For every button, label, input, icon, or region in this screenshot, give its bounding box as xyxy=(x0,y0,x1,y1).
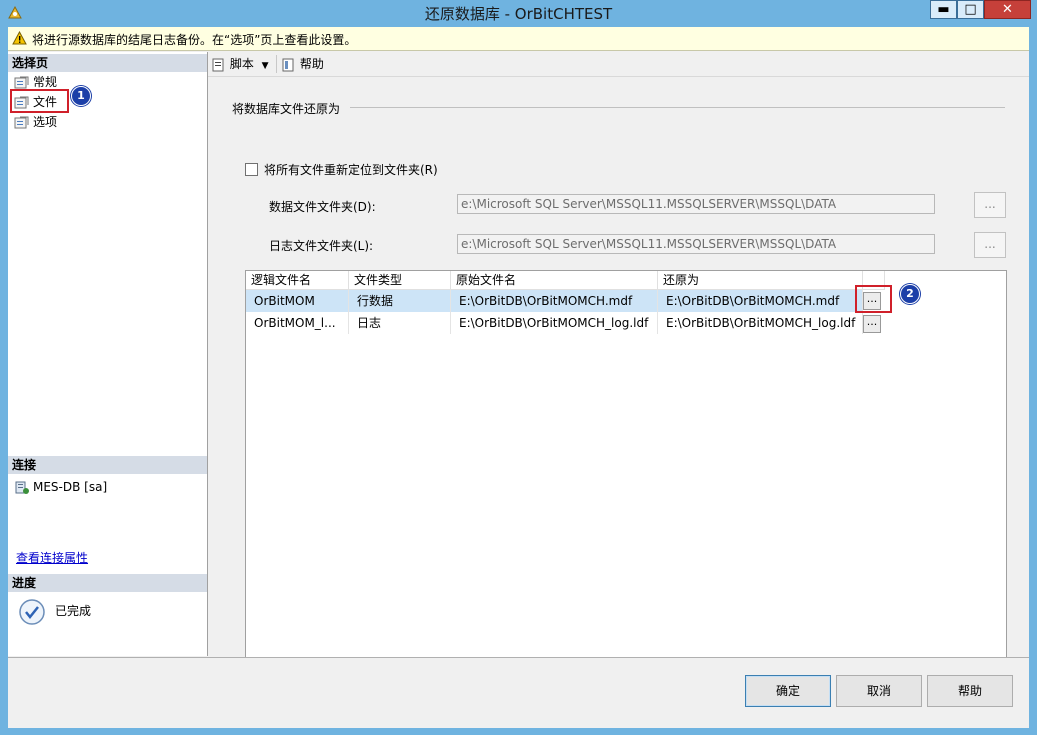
minimize-button[interactable]: ▬ xyxy=(930,0,957,19)
minimize-icon: ▬ xyxy=(937,2,950,17)
column-header-file-type[interactable]: 文件类型 xyxy=(349,271,451,290)
dialog-footer: 确定 取消 帮助 xyxy=(8,657,1029,728)
view-connection-properties-link[interactable]: 查看连接属性 xyxy=(16,549,88,566)
progress-status: 已完成 xyxy=(55,604,92,618)
dialog-frame: 将进行源数据库的结尾日志备份。在“选项”页上查看此设置。 选择页 常规 文件 选… xyxy=(8,27,1029,728)
help-icon xyxy=(282,58,294,71)
cell-logical-name: OrBitMOM_l... xyxy=(246,312,349,334)
maximize-button[interactable]: □ xyxy=(957,0,984,19)
nav-label-options: 选项 xyxy=(33,115,58,129)
connection-header: 连接 xyxy=(8,456,207,474)
data-folder-field[interactable]: e:\Microsoft SQL Server\MSSQL11.MSSQLSER… xyxy=(457,194,935,214)
script-label: 脚本 xyxy=(229,57,254,71)
cell-original-file: E:\OrBitDB\OrBitMOMCH.mdf xyxy=(451,290,658,312)
section-title: 将数据库文件还原为 xyxy=(232,102,341,116)
log-folder-browse-button[interactable]: ... xyxy=(974,232,1006,258)
chevron-down-icon: ▼ xyxy=(261,61,269,71)
help-toolbar-button[interactable]: 帮助 xyxy=(282,56,324,72)
connection-label: MES-DB [sa] xyxy=(33,480,108,494)
cell-restore-as[interactable]: E:\OrBitDB\OrBitMOMCH_log.ldf xyxy=(658,312,863,334)
cancel-button[interactable]: 取消 xyxy=(836,675,922,707)
table-row[interactable]: OrBitMOM_l... 日志 E:\OrBitDB\OrBitMOMCH_l… xyxy=(246,312,863,334)
toolbar: 脚本 ▼ 帮助 xyxy=(208,52,1029,77)
relocate-checkbox-label[interactable]: 将所有文件重新定位到文件夹(R) xyxy=(264,161,438,178)
close-button[interactable]: ✕ xyxy=(984,0,1031,19)
relocate-checkbox[interactable] xyxy=(245,163,258,176)
cell-original-file: E:\OrBitDB\OrBitMOMCH_log.ldf xyxy=(451,312,658,334)
highlight-box-browse xyxy=(855,285,892,313)
toolbar-divider xyxy=(276,55,277,73)
warning-text: 将进行源数据库的结尾日志备份。在“选项”页上查看此设置。 xyxy=(32,33,357,47)
cell-file-type: 日志 xyxy=(349,312,451,334)
maximize-icon: □ xyxy=(964,2,977,17)
page-icon xyxy=(14,116,29,128)
cell-file-type: 行数据 xyxy=(349,290,451,312)
warning-bar: 将进行源数据库的结尾日志备份。在“选项”页上查看此设置。 xyxy=(8,27,1029,51)
annotation-badge-1: 1 xyxy=(71,86,91,106)
row-browse-button[interactable]: ... xyxy=(863,315,881,333)
files-grid: 逻辑文件名 文件类型 原始文件名 还原为 OrBitMOM 行数据 E:\OrB… xyxy=(245,270,1007,661)
help-button[interactable]: 帮助 xyxy=(927,675,1013,707)
table-row[interactable]: OrBitMOM 行数据 E:\OrBitDB\OrBitMOMCH.mdf E… xyxy=(246,290,863,312)
nav-label-general: 常规 xyxy=(33,75,58,89)
help-toolbar-label: 帮助 xyxy=(299,57,324,71)
highlight-box-files xyxy=(10,89,69,113)
connection-item: MES-DB [sa] xyxy=(14,478,107,496)
data-folder-label: 数据文件文件夹(D): xyxy=(269,200,376,214)
data-folder-browse-button[interactable]: ... xyxy=(974,192,1006,218)
annotation-badge-2: 2 xyxy=(900,284,920,304)
warning-icon xyxy=(12,31,27,45)
column-header-original-file[interactable]: 原始文件名 xyxy=(451,271,658,290)
left-pane: 选择页 常规 文件 选项 1 连接 MES-DB [sa] 查看连接属性 进度 … xyxy=(8,52,208,656)
page-icon xyxy=(14,76,29,88)
completed-check-icon xyxy=(19,599,45,625)
script-icon xyxy=(212,58,224,71)
section-divider xyxy=(350,107,1005,108)
column-header-logical-name[interactable]: 逻辑文件名 xyxy=(246,271,349,290)
progress-header: 进度 xyxy=(8,574,207,592)
window-title: 还原数据库 - OrBitCHTEST xyxy=(424,5,613,23)
column-header-restore-as[interactable]: 还原为 xyxy=(658,271,863,290)
cell-logical-name: OrBitMOM xyxy=(246,290,349,312)
log-folder-field[interactable]: e:\Microsoft SQL Server\MSSQL11.MSSQLSER… xyxy=(457,234,935,254)
nav-item-options[interactable]: 选项 xyxy=(14,113,57,131)
ok-button[interactable]: 确定 xyxy=(745,675,831,707)
right-pane: 脚本 ▼ 帮助 将数据库文件还原为 将所有文件重新定位到文件夹(R) 数据文件文… xyxy=(208,52,1029,661)
close-icon: ✕ xyxy=(1002,2,1013,17)
server-icon xyxy=(15,481,29,494)
script-button[interactable]: 脚本 ▼ xyxy=(212,56,269,72)
log-folder-label: 日志文件文件夹(L): xyxy=(269,239,374,253)
cell-restore-as[interactable]: E:\OrBitDB\OrBitMOMCH.mdf xyxy=(658,290,863,312)
title-bar: 还原数据库 - OrBitCHTEST ▬ □ ✕ xyxy=(0,0,1037,26)
select-page-header: 选择页 xyxy=(8,54,207,72)
